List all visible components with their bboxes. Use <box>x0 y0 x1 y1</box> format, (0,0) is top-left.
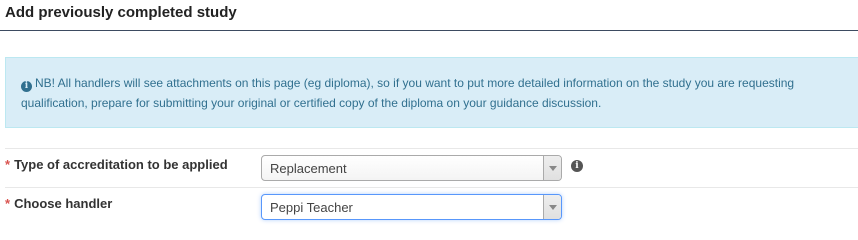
title-divider <box>0 30 858 31</box>
form-divider <box>5 187 858 188</box>
handler-label-text: Choose handler <box>14 196 113 211</box>
accreditation-type-label: * Type of accreditation to be applied <box>5 157 228 172</box>
info-notice-line-2: qualification, prepare for submitting yo… <box>21 96 602 110</box>
accreditation-type-value: Replacement <box>270 161 347 176</box>
handler-select[interactable]: Peppi Teacher <box>261 194 562 220</box>
chevron-down-icon[interactable] <box>543 156 561 180</box>
info-notice: i NB! All handlers will see attachments o… <box>5 57 858 128</box>
form-divider <box>5 148 858 149</box>
chevron-down-icon[interactable] <box>543 195 561 219</box>
info-notice-line-1: i NB! All handlers will see attachments o… <box>21 73 858 93</box>
handler-label: * Choose handler <box>5 196 112 211</box>
page-title: Add previously completed study <box>5 4 237 21</box>
info-notice-text-1: NB! All handlers will see attachments on… <box>35 76 795 90</box>
info-circle-icon: i <box>21 81 32 92</box>
required-marker: * <box>5 196 11 211</box>
add-study-page: Add previously completed study i NB! All … <box>0 0 858 240</box>
info-circle-icon[interactable]: i <box>571 160 583 172</box>
accreditation-type-label-text: Type of accreditation to be applied <box>14 157 228 172</box>
required-marker: * <box>5 157 11 172</box>
accreditation-type-select[interactable]: Replacement <box>261 155 562 181</box>
handler-value: Peppi Teacher <box>270 200 353 215</box>
